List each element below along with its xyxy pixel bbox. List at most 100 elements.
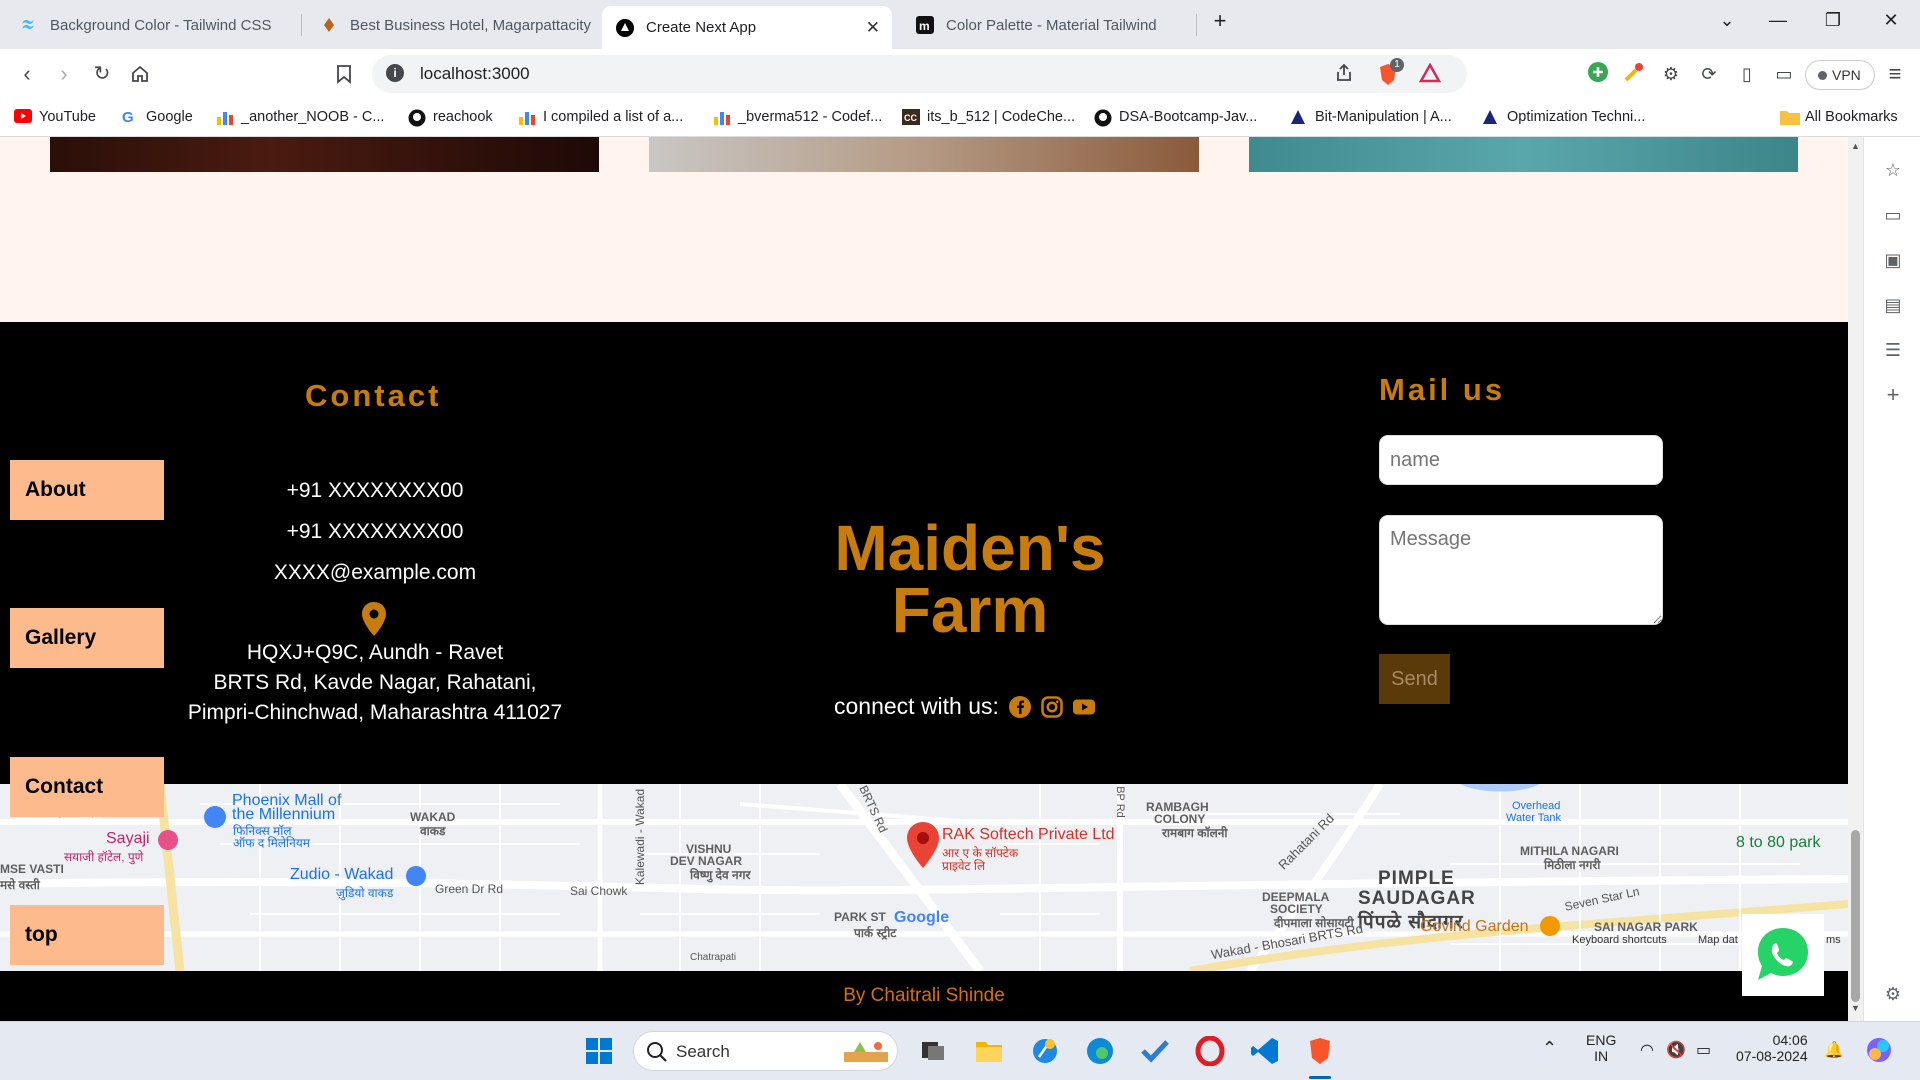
- language-indicator[interactable]: ENG IN: [1586, 1032, 1616, 1064]
- keyboard-shortcuts-link[interactable]: Keyboard shortcuts: [1572, 934, 1667, 946]
- share-icon[interactable]: [1332, 63, 1356, 87]
- new-tab-button[interactable]: +: [1205, 8, 1235, 34]
- page-scrollbar[interactable]: ▲ ▼: [1848, 137, 1863, 1021]
- nav-gallery-button[interactable]: Gallery: [10, 608, 164, 668]
- add-extension-icon[interactable]: [1585, 61, 1611, 87]
- back-button[interactable]: ‹: [12, 59, 42, 89]
- close-icon[interactable]: ✕: [866, 18, 880, 38]
- phone-number[interactable]: +91 XXXXXXXX00: [180, 479, 570, 503]
- whatsapp-button[interactable]: [1742, 914, 1824, 996]
- gallery-image[interactable]: [50, 137, 599, 172]
- brave-icon[interactable]: [1305, 1036, 1335, 1066]
- email-address[interactable]: XXXX@example.com: [180, 561, 570, 585]
- youtube-icon[interactable]: [1072, 696, 1095, 718]
- close-window-button[interactable]: ✕: [1876, 10, 1906, 31]
- color-picker-extension-icon[interactable]: [1621, 61, 1647, 87]
- volume-muted-icon[interactable]: 🔇: [1666, 1040, 1686, 1060]
- bookmark-codechef[interactable]: CC its_b_512 | CodeChe...: [902, 109, 1075, 125]
- address-line: HQXJ+Q9C, Aundh - Ravet: [246, 641, 504, 664]
- bookmark-another-noob[interactable]: _another_NOOB - C...: [216, 109, 384, 125]
- facebook-icon[interactable]: [1008, 695, 1031, 718]
- bookmark-youtube[interactable]: YouTube: [14, 109, 96, 125]
- edge-icon[interactable]: [1085, 1036, 1115, 1066]
- bookmark-compiled-list[interactable]: I compiled a list of a...: [518, 109, 683, 125]
- gallery-image[interactable]: [1249, 137, 1798, 172]
- restaurant-pin-icon[interactable]: [1540, 916, 1560, 936]
- instagram-icon[interactable]: [1041, 695, 1063, 718]
- minimize-button[interactable]: —: [1763, 10, 1793, 31]
- maximize-button[interactable]: ❐: [1818, 10, 1848, 31]
- url-text[interactable]: localhost:3000: [420, 64, 530, 84]
- forward-button[interactable]: ›: [49, 59, 79, 89]
- nav-about-button[interactable]: About: [10, 460, 164, 520]
- name-input[interactable]: [1379, 435, 1663, 485]
- weather-app-icon[interactable]: [1030, 1036, 1060, 1066]
- tab-material-tailwind[interactable]: m Color Palette - Material Tailwind: [902, 6, 1192, 44]
- map-label: ज़ुडियो वाकड: [336, 886, 394, 900]
- task-view-icon[interactable]: [918, 1036, 948, 1066]
- todo-icon[interactable]: [1140, 1036, 1170, 1066]
- notification-bell-icon[interactable]: 🔔: [1824, 1040, 1844, 1060]
- phone-number[interactable]: +91 XXXXXXXX00: [180, 520, 570, 544]
- wallet-icon[interactable]: ▭: [1771, 61, 1797, 87]
- gear-icon[interactable]: ⚙: [1882, 983, 1904, 1005]
- terms-link[interactable]: ms: [1826, 934, 1841, 946]
- google-map[interactable]: Phoenix Mall of the Millennium फिनिक्स म…: [0, 784, 1848, 971]
- nav-top-button[interactable]: top: [10, 905, 164, 965]
- tab-hotel[interactable]: Best Business Hotel, Magarpattacity: [306, 6, 591, 44]
- sidebar-toggle-icon[interactable]: ▯: [1734, 61, 1760, 87]
- send-button[interactable]: Send: [1379, 654, 1450, 704]
- bookmarks-icon[interactable]: ▤: [1882, 294, 1904, 316]
- reading-list-icon[interactable]: ☰: [1882, 339, 1904, 361]
- bookmark-bverma[interactable]: _bverma512 - Codef...: [713, 109, 882, 125]
- shopping-pin-icon[interactable]: [204, 806, 226, 828]
- scrollbar-thumb[interactable]: [1851, 830, 1860, 1002]
- wallet-icon[interactable]: ▣: [1882, 249, 1904, 271]
- gallery-image[interactable]: [649, 137, 1199, 172]
- windows-start-icon[interactable]: [584, 1036, 614, 1066]
- battery-icon[interactable]: ▭: [1696, 1040, 1711, 1060]
- taskbar-search[interactable]: Search: [633, 1031, 898, 1071]
- bookmark-optimization[interactable]: Optimization Techni...: [1482, 109, 1645, 125]
- clock[interactable]: 04:06 07-08-2024: [1736, 1032, 1808, 1064]
- home-button[interactable]: [125, 59, 155, 89]
- bookmark-google[interactable]: G Google: [121, 109, 193, 126]
- bookmark-reachook[interactable]: reachook: [408, 109, 493, 127]
- chevron-up-icon[interactable]: ⌃: [1542, 1038, 1557, 1059]
- vpn-label: VPN: [1832, 67, 1861, 83]
- tab-create-next-app[interactable]: Create Next App ✕: [602, 6, 892, 49]
- tab-tailwind-background[interactable]: Background Color - Tailwind CSS: [6, 6, 296, 44]
- chevron-down-icon[interactable]: ⌄: [1712, 10, 1742, 31]
- brave-rewards-icon[interactable]: [1418, 62, 1442, 87]
- file-explorer-icon[interactable]: [974, 1036, 1004, 1066]
- wifi-icon[interactable]: ◠: [1640, 1040, 1654, 1060]
- chat-icon[interactable]: ▭: [1882, 204, 1904, 226]
- leo-ai-icon[interactable]: ⟳: [1696, 61, 1722, 87]
- message-textarea[interactable]: [1379, 515, 1663, 625]
- scroll-up-arrow[interactable]: ▲: [1851, 141, 1860, 151]
- scroll-down-arrow[interactable]: ▼: [1851, 1003, 1860, 1013]
- reload-button[interactable]: ↻: [87, 59, 117, 89]
- add-panel-icon[interactable]: +: [1882, 384, 1904, 406]
- hotel-pin-icon[interactable]: [158, 830, 178, 850]
- map-data-link[interactable]: Map dat: [1698, 934, 1738, 946]
- algo-icon: [1482, 109, 1500, 125]
- address-line: BRTS Rd, Kavde Nagar, Rahatani,: [213, 671, 537, 694]
- site-info-icon[interactable]: i: [386, 64, 404, 82]
- bookmark-icon[interactable]: [329, 59, 359, 89]
- vscode-icon[interactable]: [1250, 1036, 1280, 1066]
- shopping-pin-icon[interactable]: [406, 866, 426, 886]
- menu-icon[interactable]: ≡: [1882, 61, 1908, 87]
- location-marker-icon[interactable]: [906, 822, 940, 868]
- vpn-button[interactable]: VPN: [1805, 60, 1875, 90]
- extensions-puzzle-icon[interactable]: ⚙: [1658, 61, 1684, 87]
- bookmark-bit-manipulation[interactable]: Bit-Manipulation | A...: [1290, 109, 1452, 125]
- copilot-icon[interactable]: [1864, 1035, 1894, 1065]
- leetcode-bars-icon: [216, 109, 234, 125]
- opera-icon[interactable]: [1195, 1036, 1225, 1066]
- star-icon[interactable]: ☆: [1882, 159, 1904, 181]
- address-bar[interactable]: i localhost:3000 1: [372, 55, 1467, 93]
- all-bookmarks[interactable]: All Bookmarks: [1780, 109, 1898, 125]
- bookmark-dsa-bootcamp[interactable]: DSA-Bootcamp-Jav...: [1094, 109, 1257, 127]
- nav-contact-button[interactable]: Contact: [10, 757, 164, 817]
